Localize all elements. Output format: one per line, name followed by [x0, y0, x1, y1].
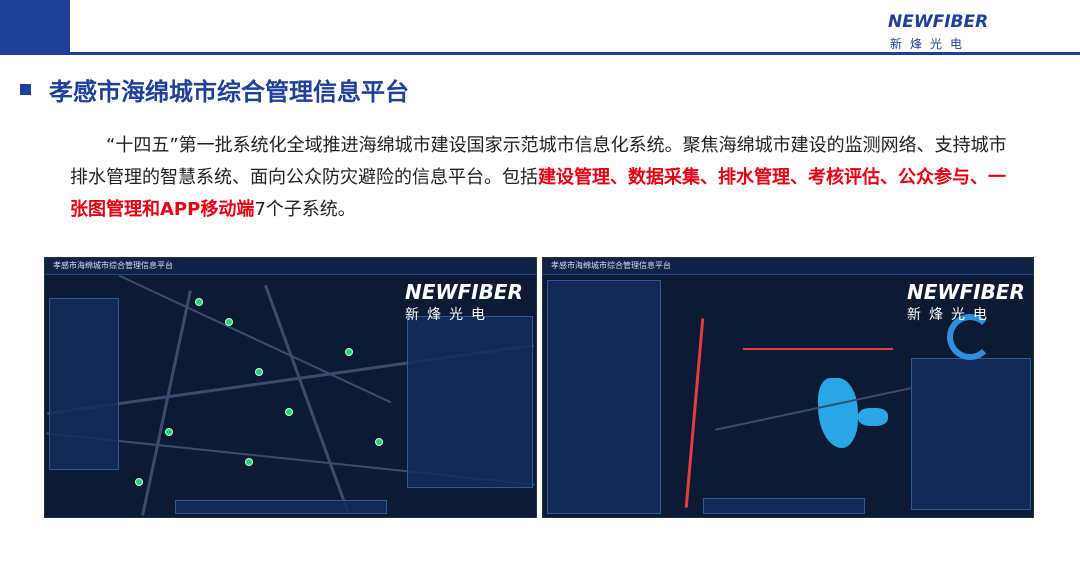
logo-chinese: 新烽光电	[890, 37, 971, 51]
indicator-panel	[911, 358, 1031, 510]
project-list-panel	[547, 280, 661, 514]
screenshot-map-dashboard: 孝感市海绵城市综合管理信息平台 NEWFIBER 新烽光电	[44, 257, 537, 518]
logo-english: NEWFIBER	[888, 12, 989, 32]
watermark: NEWFIBER 新烽光电	[907, 280, 1025, 324]
company-logo: NEWFIBER 新烽光电	[884, 8, 994, 52]
bullet-square-icon	[20, 84, 31, 95]
app-title-bar: 孝感市海绵城市综合管理信息平台	[543, 258, 1033, 275]
description-paragraph: “十四五”第一批系统化全域推进海绵城市建设国家示范城市信息化系统。聚焦海绵城市建…	[70, 130, 1015, 226]
watermark-english: NEWFIBER	[907, 280, 1025, 304]
watermark-chinese: 新烽光电	[907, 307, 995, 323]
screenshot-monitor-dashboard: 孝感市海绵城市综合管理信息平台 NEWFIBER 新烽光电	[542, 257, 1034, 518]
statistics-panel	[407, 316, 533, 488]
watermark: NEWFIBER 新烽光电	[405, 280, 523, 324]
description-text-2: 7个子系统。	[254, 199, 356, 220]
app-title: 孝感市海绵城市综合管理信息平台	[53, 261, 173, 270]
layer-list-panel	[49, 298, 119, 470]
watermark-chinese: 新烽光电	[405, 307, 493, 323]
page-title: 孝感市海绵城市综合管理信息平台	[49, 78, 409, 106]
bottom-nav-panel	[703, 498, 865, 514]
header-divider	[70, 52, 1080, 55]
app-title-bar: 孝感市海绵城市综合管理信息平台	[45, 258, 536, 275]
lake-shape	[818, 378, 858, 448]
watermark-english: NEWFIBER	[405, 280, 523, 304]
app-title: 孝感市海绵城市综合管理信息平台	[551, 261, 671, 270]
lake-shape-2	[858, 408, 888, 426]
header-accent-block	[0, 0, 70, 55]
bottom-nav-panel	[175, 500, 387, 514]
section-heading: 孝感市海绵城市综合管理信息平台	[20, 72, 409, 107]
